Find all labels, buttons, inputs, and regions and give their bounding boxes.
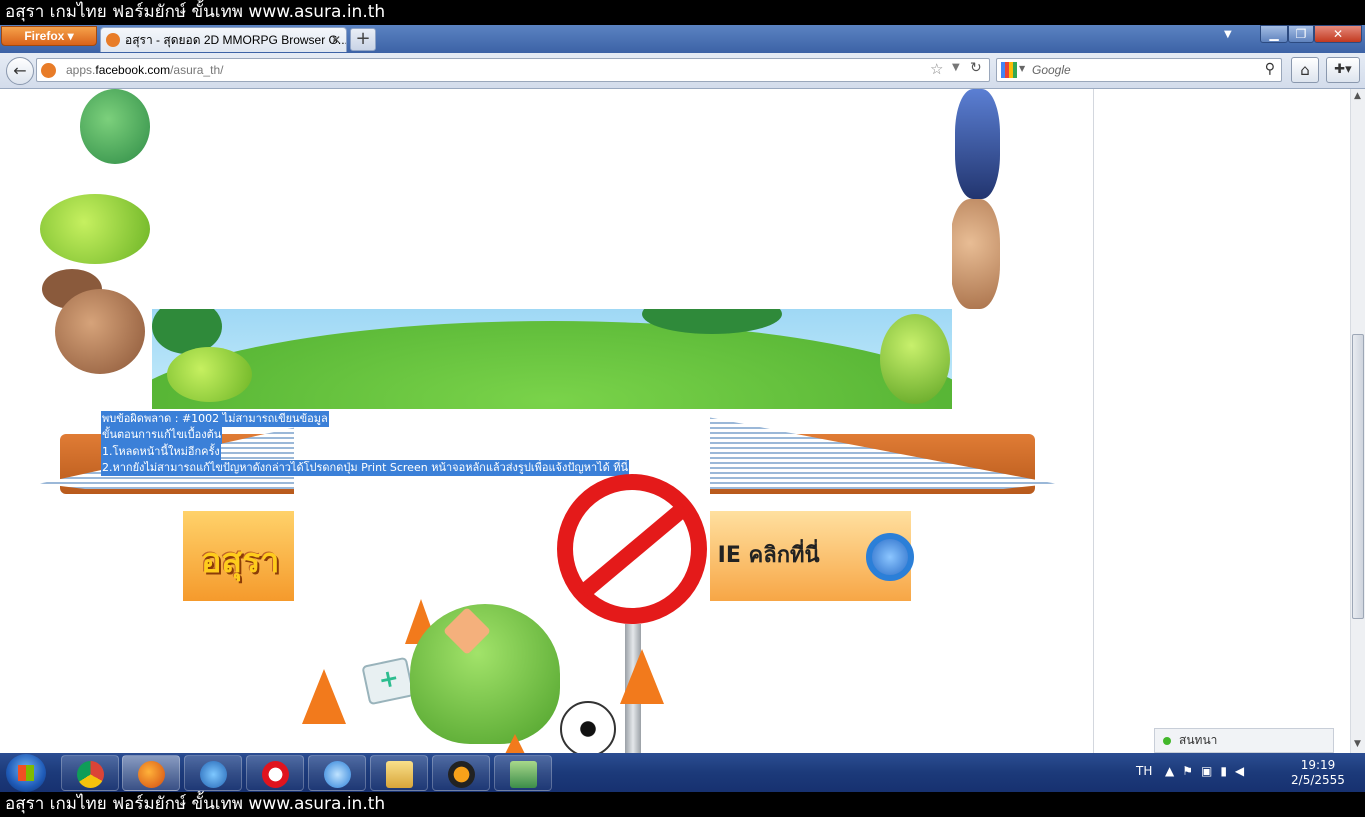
scroll-down-icon[interactable]: ▼ xyxy=(1354,739,1361,749)
search-icon[interactable]: ⚲ xyxy=(1265,61,1275,77)
error-message: พบข้อผิดพลาด : #1002 ไม่สามารถเขียนข้อมู… xyxy=(101,411,630,477)
error-line: 1.โหลดหน้านี้ใหม่อีกครั้ง xyxy=(101,443,221,460)
blue-beast-mascot-image xyxy=(955,89,1000,199)
internet-explorer-icon xyxy=(866,533,914,581)
new-tab-button[interactable]: + xyxy=(350,28,376,51)
error-line-link[interactable]: 2.หากยังไม่สามารถแก้ไขปัญหาดังกล่าวได้โป… xyxy=(101,459,630,477)
caterpillar-mascot-image xyxy=(167,347,252,402)
clock[interactable]: 19:19 2/5/2555 xyxy=(1288,758,1348,788)
top-caption-banner: อสุรา เกมไทย ฟอร์มยักษ์ ขั้นเทพ www.asur… xyxy=(0,0,1365,25)
tiling-icon xyxy=(200,761,227,788)
top-caption-text: อสุรา เกมไทย ฟอร์มยักษ์ ขั้นเทพ www.asur… xyxy=(5,2,386,22)
minimize-button[interactable]: ▁ xyxy=(1260,25,1288,43)
asura-logo-text: อสุรา xyxy=(201,541,280,581)
taskbar-firefox[interactable] xyxy=(122,755,180,791)
asura-favicon-icon xyxy=(106,33,120,47)
mole-mascot-image xyxy=(950,199,1000,309)
navigation-bar: ← apps.facebook.com/asura_th/ ☆ ▼ ↻ ▼ Go… xyxy=(0,53,1365,89)
clock-time: 19:19 xyxy=(1300,758,1336,772)
site-favicon-icon xyxy=(41,63,56,78)
engine-chevron-icon[interactable]: ▼ xyxy=(1019,64,1025,73)
close-window-button[interactable]: ✕ xyxy=(1314,25,1362,43)
asura-logo-banner[interactable]: อสุรา xyxy=(183,511,294,601)
windows-taskbar: TH ▲⚑▣▮◀ 19:19 2/5/2555 xyxy=(0,753,1365,792)
caterpillar-mascot-image xyxy=(40,194,150,264)
scroll-up-icon[interactable]: ▲ xyxy=(1354,91,1361,101)
maximize-button[interactable]: ❐ xyxy=(1288,25,1314,43)
traffic-cone-icon xyxy=(620,649,664,704)
ie-icon xyxy=(324,761,351,788)
close-tab-icon[interactable]: ✕ xyxy=(331,28,341,52)
facebook-side-panel xyxy=(1093,89,1350,753)
browser-title-bar: Firefox ▾ อสุรา - สุดยอด 2D MMORPG Brows… xyxy=(0,25,1365,53)
tab-title: อสุรา - สุดยอด 2D MMORPG Browser G... xyxy=(125,33,347,47)
traffic-cone-icon xyxy=(505,734,525,753)
bottom-caption-text: อสุรา เกมไทย ฟอร์มยักษ์ ขั้นเทพ www.asur… xyxy=(5,794,386,814)
opera-icon xyxy=(262,761,289,788)
meadow-scene-image xyxy=(152,309,952,409)
page-content: อสุรา ี IE คลิกที่นี่ พบข้อผิดพลาด : #10… xyxy=(0,89,1365,753)
browser-tab[interactable]: อสุรา - สุดยอด 2D MMORPG Browser G... ✕ xyxy=(100,27,347,52)
vertical-scrollbar[interactable]: ▲ ▼ xyxy=(1350,89,1365,753)
error-line: พบข้อผิดพลาด : #1002 ไม่สามารถเขียนข้อมู… xyxy=(101,411,329,428)
google-engine-icon[interactable] xyxy=(1001,62,1017,78)
chat-bar[interactable]: สนทนา xyxy=(1154,728,1334,753)
url-path: /asura_th/ xyxy=(170,63,224,77)
bottom-caption-banner: อสุรา เกมไทย ฟอร์มยักษ์ ขั้นเทพ www.asur… xyxy=(0,792,1365,817)
reload-icon[interactable]: ↻ xyxy=(970,60,982,76)
error-line: ขั้นตอนการแก้ไขเบื้องต้น xyxy=(101,427,223,444)
hill-shape xyxy=(152,321,952,409)
url-history-chevron-icon[interactable]: ▼ xyxy=(952,62,960,73)
bookmark-star-icon[interactable]: ☆ xyxy=(930,60,943,78)
firefox-menu-label: Firefox xyxy=(24,29,65,43)
start-button[interactable] xyxy=(6,754,46,792)
ie-download-banner[interactable]: ี IE คลิกที่นี่ xyxy=(710,511,914,601)
tab-list-chevron-icon[interactable]: ▼ xyxy=(1224,29,1232,40)
injured-blob-mascot-image xyxy=(410,604,560,744)
chrome-icon xyxy=(77,761,104,788)
firefox-icon xyxy=(138,761,165,788)
url-text: apps.facebook.com/asura_th/ xyxy=(66,59,223,81)
traffic-cone-icon xyxy=(302,669,346,724)
home-button[interactable]: ⌂ xyxy=(1291,57,1319,83)
taskbar-ie[interactable] xyxy=(308,755,366,791)
clock-date: 2/5/2555 xyxy=(1291,773,1345,787)
taskbar-avast[interactable] xyxy=(432,755,490,791)
firefox-menu-button[interactable]: Firefox ▾ xyxy=(1,26,97,46)
taskbar-explorer[interactable] xyxy=(370,755,428,791)
taskbar-opera[interactable] xyxy=(246,755,304,791)
explorer-icon xyxy=(386,761,413,788)
dragon-mascot-image xyxy=(80,89,150,164)
new-tab-label: + xyxy=(355,28,371,49)
tray-icons[interactable]: ▲⚑▣▮◀ xyxy=(1165,764,1252,778)
scrollbar-thumb[interactable] xyxy=(1352,334,1364,619)
chat-label: สนทนา xyxy=(1179,733,1218,747)
search-bar[interactable]: ▼ Google ⚲ xyxy=(996,58,1282,82)
search-placeholder: Google xyxy=(1032,63,1071,77)
avast-icon xyxy=(448,761,475,788)
green-blob-mascot-image xyxy=(880,314,950,404)
url-bar[interactable]: apps.facebook.com/asura_th/ ☆ ▼ ↻ xyxy=(36,58,990,82)
no-entry-sign-icon xyxy=(557,474,707,624)
language-indicator[interactable]: TH xyxy=(1136,764,1152,778)
back-button[interactable]: ← xyxy=(6,57,34,85)
taskbar-app[interactable] xyxy=(184,755,242,791)
online-status-icon xyxy=(1163,737,1171,745)
soccer-ball-icon xyxy=(560,701,616,753)
taskbar-network[interactable] xyxy=(494,755,552,791)
ie-banner-text: ี IE คลิกที่นี่ xyxy=(710,543,820,568)
taskbar-chrome[interactable] xyxy=(61,755,119,791)
url-host-prefix: apps. xyxy=(66,63,96,77)
url-domain: facebook.com xyxy=(95,63,171,77)
network-icon xyxy=(510,761,537,788)
addon-button[interactable]: ✚▾ xyxy=(1326,57,1360,83)
